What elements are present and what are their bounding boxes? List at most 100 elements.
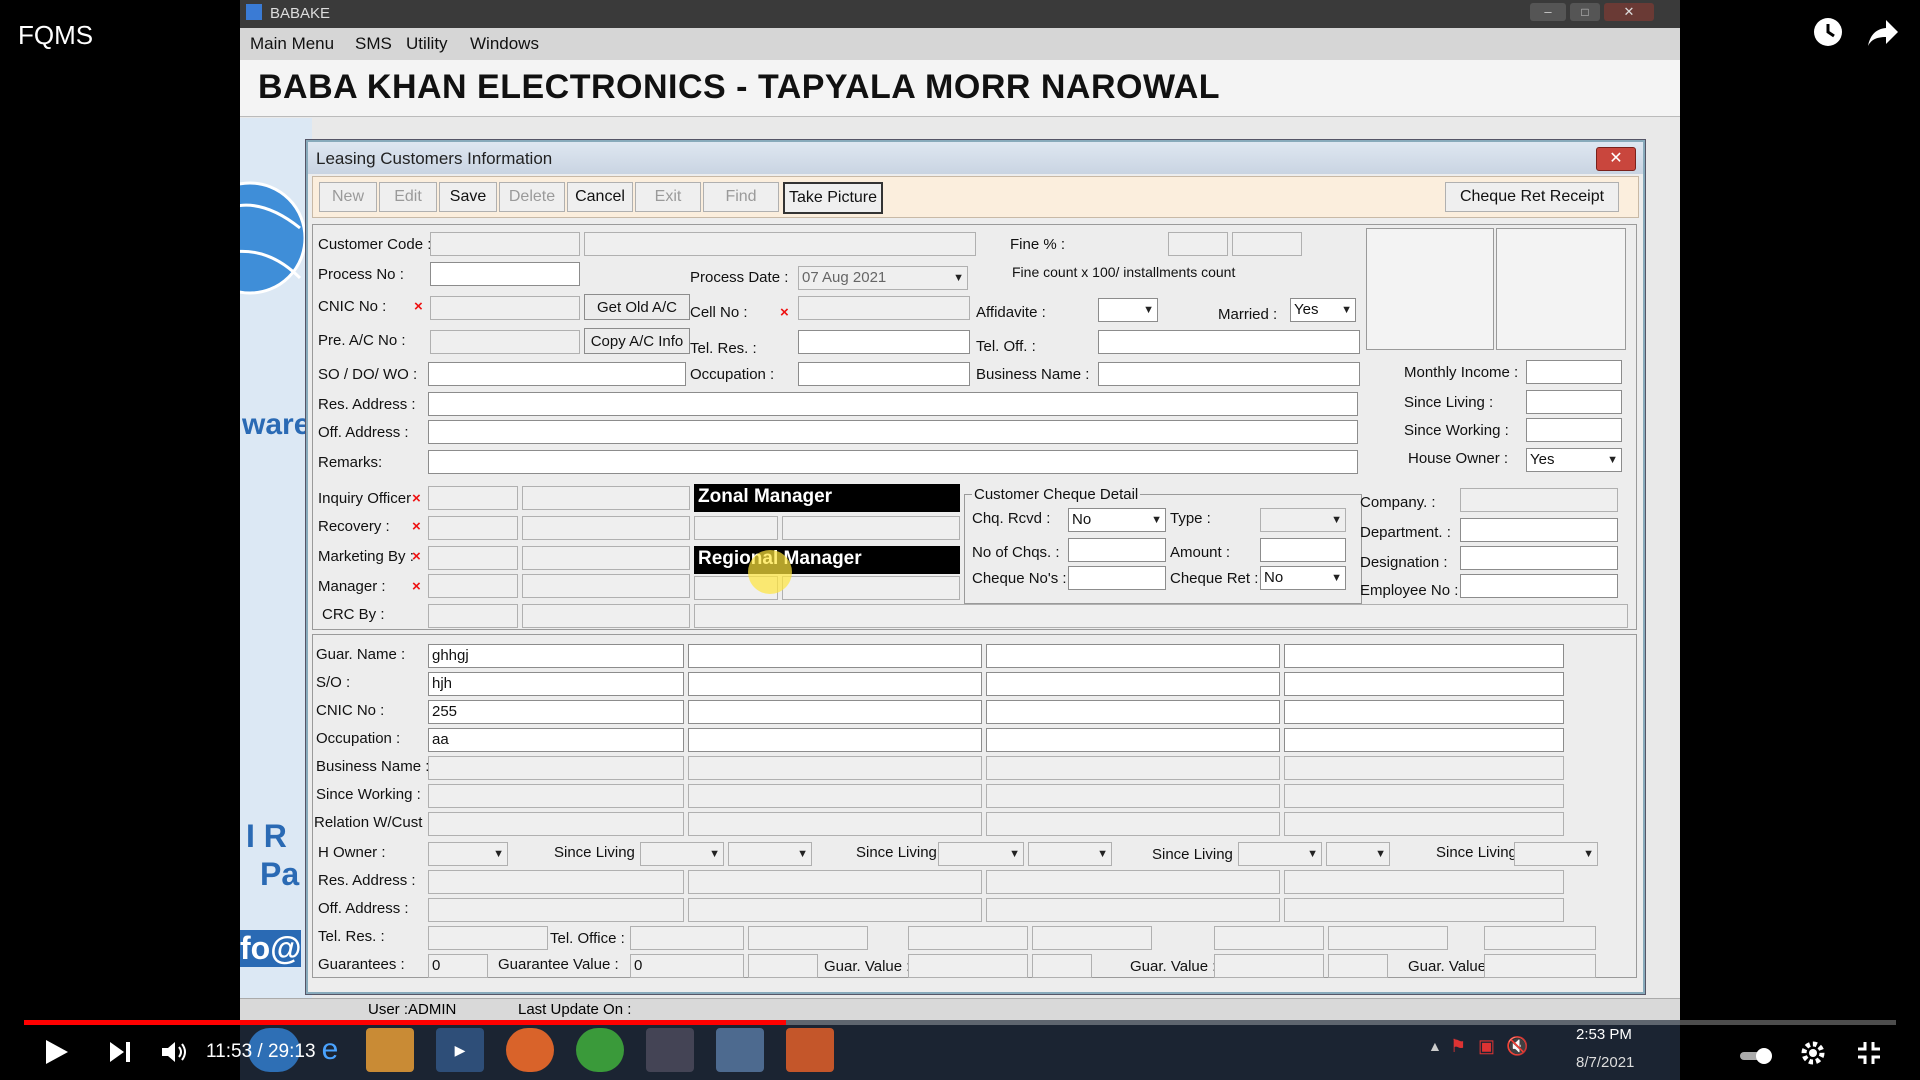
guar3-occupation[interactable] — [986, 728, 1280, 752]
guar3-tel-office[interactable] — [1214, 926, 1324, 950]
guar1-so[interactable]: hjh — [428, 672, 684, 696]
guar2-cnic[interactable] — [688, 700, 982, 724]
guar4-guarantees[interactable] — [1328, 954, 1388, 978]
guar1-relation[interactable] — [428, 812, 684, 836]
exit-fullscreen-icon[interactable] — [1856, 1040, 1882, 1073]
new-button[interactable]: New — [319, 182, 377, 212]
recovery-code[interactable] — [428, 516, 518, 540]
guar4-off-address[interactable] — [1284, 898, 1564, 922]
regional-manager-name[interactable] — [782, 576, 960, 600]
guar4-relation[interactable] — [1284, 812, 1564, 836]
guar2-name[interactable] — [688, 644, 982, 668]
recovery-name[interactable] — [522, 516, 690, 540]
manager-code[interactable] — [428, 574, 518, 598]
customer-code-field[interactable] — [430, 232, 580, 256]
guar1-h-owner[interactable] — [428, 842, 508, 866]
tel-res-field[interactable] — [798, 330, 970, 354]
guar2-relation[interactable] — [688, 812, 982, 836]
exit-button[interactable]: Exit — [635, 182, 701, 212]
take-picture-button[interactable]: Take Picture — [783, 182, 883, 214]
guar2-guarantees[interactable] — [748, 954, 818, 978]
house-owner-select[interactable]: Yes — [1526, 448, 1622, 472]
guar2-since-working[interactable] — [688, 784, 982, 808]
inquiry-officer-code[interactable] — [428, 486, 518, 510]
guar3-value[interactable] — [1214, 954, 1324, 978]
company-field[interactable] — [1460, 488, 1618, 512]
guarantees-field[interactable]: 0 — [428, 954, 488, 978]
guar3-h-owner[interactable] — [1028, 842, 1112, 866]
guar4-name[interactable] — [1284, 644, 1564, 668]
tray-network-icon[interactable]: ▣ — [1478, 1036, 1495, 1057]
menu-sms[interactable]: SMS — [355, 34, 392, 54]
find-button[interactable]: Find — [703, 182, 779, 212]
volume-icon[interactable] — [160, 1040, 188, 1071]
guar4-since-living[interactable] — [1514, 842, 1598, 866]
guar1-since-working[interactable] — [428, 784, 684, 808]
crc-by-name[interactable] — [522, 604, 690, 628]
affidavite-select[interactable] — [1098, 298, 1158, 322]
guar4-occupation[interactable] — [1284, 728, 1564, 752]
remarks-field[interactable] — [428, 450, 1358, 474]
next-icon[interactable] — [108, 1040, 132, 1071]
occupation-field[interactable] — [798, 362, 970, 386]
app-window-icon[interactable] — [646, 1028, 694, 1072]
guar2-so[interactable] — [688, 672, 982, 696]
guar4-tel-res[interactable] — [1328, 926, 1448, 950]
clock-time[interactable]: 2:53 PM — [1576, 1026, 1632, 1043]
dialog-close-button[interactable]: ✕ — [1596, 147, 1636, 171]
type-select[interactable] — [1260, 508, 1346, 532]
manager-name[interactable] — [522, 574, 690, 598]
minimize-button[interactable]: – — [1530, 3, 1566, 21]
guar1-tel-office[interactable] — [630, 926, 744, 950]
guar2-h-owner[interactable] — [728, 842, 812, 866]
cnic-no-field[interactable] — [430, 296, 580, 320]
tray-arrow-icon[interactable]: ▲ — [1428, 1038, 1442, 1054]
firefox-icon[interactable] — [506, 1028, 554, 1072]
tray-flag-icon[interactable]: ⚑ — [1450, 1036, 1466, 1057]
guar4-so[interactable] — [1284, 672, 1564, 696]
pre-ac-no-field[interactable] — [430, 330, 580, 354]
media-player-icon[interactable]: ▶ — [436, 1028, 484, 1072]
guar3-business[interactable] — [986, 756, 1280, 780]
cheque-ret-receipt-button[interactable]: Cheque Ret Receipt — [1445, 182, 1619, 212]
cheque-ret-select[interactable]: No — [1260, 566, 1346, 590]
marketing-by-code[interactable] — [428, 546, 518, 570]
tel-off-field[interactable] — [1098, 330, 1360, 354]
inquiry-officer-name[interactable] — [522, 486, 690, 510]
guar1-business[interactable] — [428, 756, 684, 780]
tray-volume-icon[interactable]: 🔇 — [1506, 1036, 1528, 1057]
guar4-res-address[interactable] — [1284, 870, 1564, 894]
edit-button[interactable]: Edit — [379, 182, 437, 212]
guar3-cnic[interactable] — [986, 700, 1280, 724]
play-icon[interactable] — [44, 1038, 70, 1073]
autoplay-toggle-icon[interactable] — [1738, 1042, 1774, 1073]
designation-field[interactable] — [1460, 546, 1618, 570]
guarantee-value-field[interactable]: 0 — [630, 954, 744, 978]
guar2-value[interactable] — [908, 954, 1028, 978]
zonal-manager-code[interactable] — [694, 516, 778, 540]
amount-field[interactable] — [1260, 538, 1346, 562]
guar1-cnic[interactable]: 255 — [428, 700, 684, 724]
guar4-business[interactable] — [1284, 756, 1564, 780]
married-select[interactable]: Yes — [1290, 298, 1356, 322]
guar2-since-living[interactable] — [938, 842, 1024, 866]
fine-pct-field[interactable] — [1168, 232, 1228, 256]
guar4-value[interactable] — [1484, 954, 1596, 978]
customer-photo-box[interactable] — [1366, 228, 1494, 350]
guar2-tel-office[interactable] — [908, 926, 1028, 950]
guar3-since-working[interactable] — [986, 784, 1280, 808]
customer-name-field[interactable] — [584, 232, 976, 256]
guar4-tel-office[interactable] — [1484, 926, 1596, 950]
guar3-so[interactable] — [986, 672, 1280, 696]
guar4-since-working[interactable] — [1284, 784, 1564, 808]
watch-later-icon[interactable] — [1812, 16, 1844, 56]
guarantor-photo-box[interactable] — [1496, 228, 1626, 350]
cancel-button[interactable]: Cancel — [567, 182, 633, 212]
cell-no-field[interactable] — [798, 296, 970, 320]
guar1-since-living[interactable] — [640, 842, 724, 866]
menu-windows[interactable]: Windows — [470, 34, 539, 54]
process-date-field[interactable]: 07 Aug 2021 — [798, 266, 968, 290]
fqms-app-icon[interactable] — [716, 1028, 764, 1072]
chq-rcvd-select[interactable]: No — [1068, 508, 1166, 532]
department-field[interactable] — [1460, 518, 1618, 542]
